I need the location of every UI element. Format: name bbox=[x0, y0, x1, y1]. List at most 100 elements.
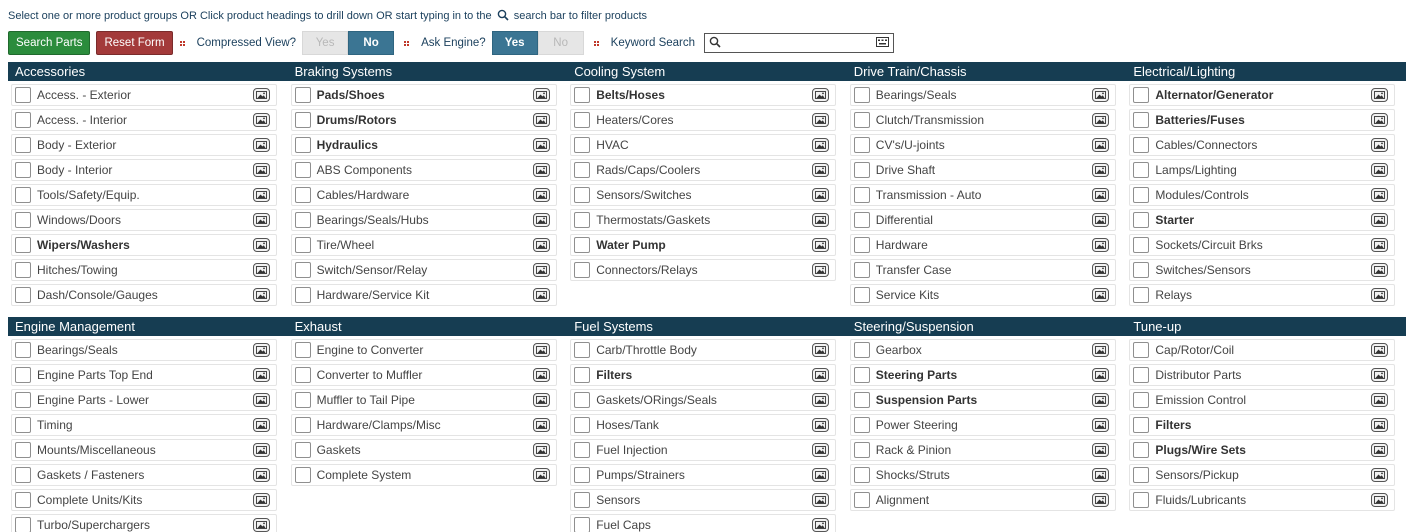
product-group-checkbox[interactable] bbox=[1133, 212, 1150, 228]
image-icon[interactable] bbox=[253, 368, 270, 382]
image-icon[interactable] bbox=[1371, 368, 1389, 382]
product-group-checkbox[interactable] bbox=[15, 237, 31, 253]
image-icon[interactable] bbox=[1091, 493, 1109, 507]
product-group-checkbox[interactable] bbox=[294, 137, 311, 153]
image-icon[interactable] bbox=[253, 213, 270, 227]
image-icon[interactable] bbox=[1091, 288, 1109, 302]
image-icon[interactable] bbox=[1091, 113, 1109, 127]
product-group-checkbox[interactable] bbox=[15, 187, 31, 203]
product-group-checkbox[interactable] bbox=[294, 212, 311, 228]
product-group-checkbox[interactable] bbox=[1133, 112, 1150, 128]
product-group-checkbox[interactable] bbox=[574, 367, 591, 383]
product-group-checkbox[interactable] bbox=[853, 87, 870, 103]
product-group-checkbox[interactable] bbox=[1133, 417, 1150, 433]
image-icon[interactable] bbox=[1091, 163, 1109, 177]
image-icon[interactable] bbox=[532, 113, 550, 127]
image-icon[interactable] bbox=[812, 493, 830, 507]
product-group-checkbox[interactable] bbox=[15, 112, 31, 128]
product-group-checkbox[interactable] bbox=[1133, 442, 1150, 458]
image-icon[interactable] bbox=[1371, 418, 1389, 432]
product-group-checkbox[interactable] bbox=[574, 112, 591, 128]
image-icon[interactable] bbox=[253, 518, 270, 532]
product-group-checkbox[interactable] bbox=[294, 367, 311, 383]
product-group-checkbox[interactable] bbox=[294, 287, 311, 303]
image-icon[interactable] bbox=[1091, 343, 1109, 357]
image-icon[interactable] bbox=[1371, 263, 1389, 277]
image-icon[interactable] bbox=[1091, 368, 1109, 382]
image-icon[interactable] bbox=[1371, 88, 1389, 102]
image-icon[interactable] bbox=[253, 188, 270, 202]
product-group-checkbox[interactable] bbox=[574, 442, 591, 458]
image-icon[interactable] bbox=[532, 263, 550, 277]
image-icon[interactable] bbox=[1091, 443, 1109, 457]
product-group-checkbox[interactable] bbox=[574, 417, 591, 433]
image-icon[interactable] bbox=[1371, 468, 1389, 482]
product-group-checkbox[interactable] bbox=[1133, 367, 1150, 383]
product-group-checkbox[interactable] bbox=[1133, 342, 1150, 358]
product-group-checkbox[interactable] bbox=[15, 517, 31, 532]
ask-engine-yes-option[interactable]: Yes bbox=[491, 31, 538, 55]
image-icon[interactable] bbox=[812, 88, 830, 102]
group-heading[interactable]: Fuel Systems bbox=[567, 317, 847, 336]
image-icon[interactable] bbox=[1371, 163, 1389, 177]
product-group-checkbox[interactable] bbox=[15, 367, 31, 383]
image-icon[interactable] bbox=[1091, 238, 1109, 252]
image-icon[interactable] bbox=[532, 393, 550, 407]
image-icon[interactable] bbox=[253, 343, 270, 357]
group-heading[interactable]: Tune-up bbox=[1126, 317, 1406, 336]
image-icon[interactable] bbox=[253, 113, 270, 127]
image-icon[interactable] bbox=[532, 368, 550, 382]
image-icon[interactable] bbox=[1091, 393, 1109, 407]
image-icon[interactable] bbox=[1371, 343, 1389, 357]
group-heading[interactable]: Electrical/Lighting bbox=[1126, 62, 1406, 81]
image-icon[interactable] bbox=[812, 188, 830, 202]
keyboard-icon[interactable] bbox=[876, 36, 890, 50]
product-group-checkbox[interactable] bbox=[853, 442, 870, 458]
product-group-checkbox[interactable] bbox=[1133, 392, 1150, 408]
product-group-checkbox[interactable] bbox=[574, 212, 591, 228]
product-group-checkbox[interactable] bbox=[574, 87, 591, 103]
image-icon[interactable] bbox=[812, 163, 830, 177]
reset-form-button[interactable]: Reset Form bbox=[96, 31, 173, 55]
image-icon[interactable] bbox=[532, 343, 550, 357]
product-group-checkbox[interactable] bbox=[853, 137, 870, 153]
product-group-checkbox[interactable] bbox=[1133, 287, 1150, 303]
image-icon[interactable] bbox=[1091, 418, 1109, 432]
group-heading[interactable]: Steering/Suspension bbox=[847, 317, 1127, 336]
product-group-checkbox[interactable] bbox=[853, 237, 870, 253]
image-icon[interactable] bbox=[532, 138, 550, 152]
image-icon[interactable] bbox=[532, 238, 550, 252]
image-icon[interactable] bbox=[532, 468, 550, 482]
image-icon[interactable] bbox=[253, 238, 270, 252]
product-group-checkbox[interactable] bbox=[574, 392, 591, 408]
product-group-checkbox[interactable] bbox=[15, 137, 31, 153]
product-group-checkbox[interactable] bbox=[1133, 492, 1150, 508]
product-group-checkbox[interactable] bbox=[853, 187, 870, 203]
group-heading[interactable]: Engine Management bbox=[8, 317, 288, 336]
product-group-checkbox[interactable] bbox=[574, 467, 591, 483]
image-icon[interactable] bbox=[812, 418, 830, 432]
product-group-checkbox[interactable] bbox=[294, 417, 311, 433]
image-icon[interactable] bbox=[253, 493, 270, 507]
group-heading[interactable]: Accessories bbox=[8, 62, 288, 81]
keyword-search-input[interactable] bbox=[725, 37, 877, 49]
product-group-checkbox[interactable] bbox=[15, 492, 31, 508]
product-group-checkbox[interactable] bbox=[294, 442, 311, 458]
image-icon[interactable] bbox=[812, 263, 830, 277]
image-icon[interactable] bbox=[253, 443, 270, 457]
image-icon[interactable] bbox=[253, 163, 270, 177]
keyword-search-field[interactable] bbox=[704, 33, 895, 53]
image-icon[interactable] bbox=[532, 213, 550, 227]
image-icon[interactable] bbox=[253, 393, 270, 407]
product-group-checkbox[interactable] bbox=[294, 237, 311, 253]
product-group-checkbox[interactable] bbox=[15, 287, 31, 303]
product-group-checkbox[interactable] bbox=[853, 162, 870, 178]
product-group-checkbox[interactable] bbox=[15, 392, 31, 408]
product-group-checkbox[interactable] bbox=[1133, 162, 1150, 178]
product-group-checkbox[interactable] bbox=[574, 162, 591, 178]
image-icon[interactable] bbox=[812, 138, 830, 152]
image-icon[interactable] bbox=[1371, 443, 1389, 457]
image-icon[interactable] bbox=[812, 518, 830, 532]
image-icon[interactable] bbox=[812, 238, 830, 252]
image-icon[interactable] bbox=[253, 468, 270, 482]
